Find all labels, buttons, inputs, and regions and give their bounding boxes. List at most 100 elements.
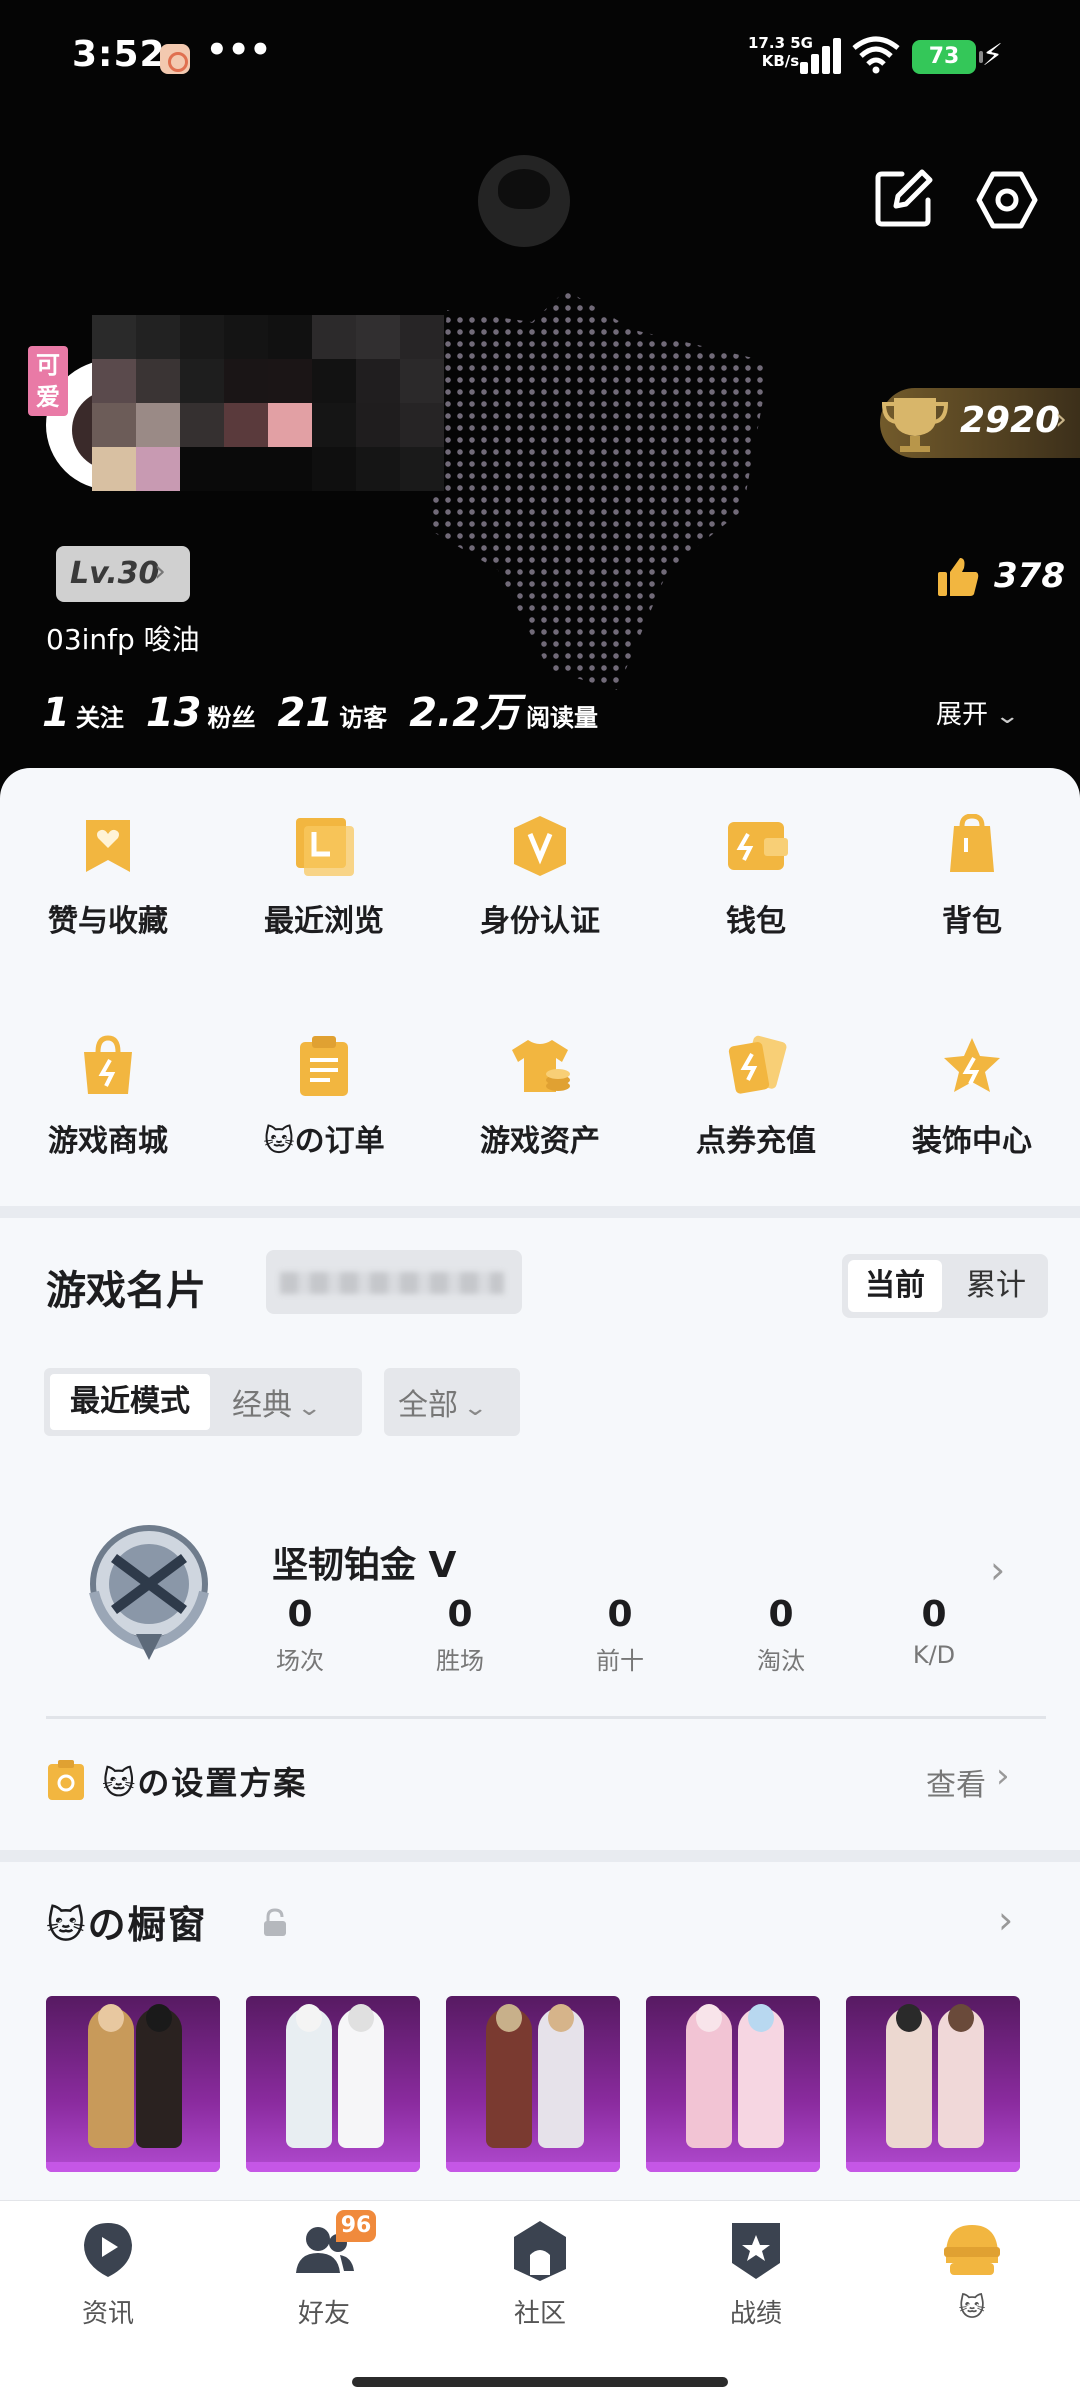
chevron-right-icon[interactable]: › [998,1898,1013,1942]
view-link[interactable]: 查看 [926,1760,986,1804]
divider [46,1716,1046,1719]
settings-icon[interactable] [975,168,1039,232]
tshirt-coin-icon [512,1040,570,1092]
visitors-label[interactable]: 访客 [339,698,387,733]
cat-face-icon: 🐱 [263,1124,295,1159]
outfit-card[interactable] [846,1996,1020,2172]
reads-label[interactable]: 阅读量 [526,698,598,733]
menu-likes-favorites[interactable]: 赞与收藏 [0,814,216,954]
menu-game-assets[interactable]: 游戏资产 [432,1034,648,1174]
chevron-down-icon: ⌄ [296,1396,323,1421]
profile-header: 3:52 ••• 17.3 5G KB/s 73 ⚡ 可爱 2920 › Lv.… [0,0,1080,800]
reads-count[interactable]: 2.2万 [409,680,520,738]
quick-menu: 赞与收藏 最近浏览 身份认证 钱包 背包 游戏商城 🐱の订单 游戏资产 点券充值… [0,788,1080,1208]
platinum-rank-emblem-icon [89,1525,209,1660]
wifi-icon [852,36,900,74]
rank-title[interactable]: 坚韧铂金 V [272,1536,456,1588]
recent-mode-tab[interactable]: 最近模式 [50,1374,210,1430]
likes-count[interactable]: 378 [936,548,1066,604]
blurred-game-id [266,1250,522,1314]
menu-orders[interactable]: 🐱の订单 [216,1034,432,1174]
classic-mode-dropdown[interactable]: 经典 ⌄ [232,1380,322,1424]
stat-top-ten: 0 前十 [596,1594,644,1675]
star-icon [944,1038,1000,1092]
profile-stats: 1 关注 13 粉丝 21 访客 2.2万 阅读量 [42,680,620,736]
cat-face-icon: 🐱 [102,1764,138,1802]
visitors-count[interactable]: 21 [278,690,334,736]
stat-wins: 0 胜场 [436,1594,484,1675]
game-card-title: 游戏名片 [46,1268,206,1314]
stat-eliminations: 0 淘汰 [757,1594,805,1675]
cat-face-icon: 🐱 [46,1903,88,1947]
outfit-card[interactable] [46,1996,220,2172]
menu-wallet[interactable]: 钱包 [648,814,864,954]
nav-profile[interactable]: 🐱 [864,2219,1080,2339]
followers-label[interactable]: 粉丝 [208,698,256,733]
record-shield-icon [732,2223,780,2279]
chevron-right-icon: › [996,1756,1010,1796]
filter-all-dropdown[interactable]: 全部 ⌄ [384,1368,520,1436]
outfit-card[interactable] [446,1996,620,2172]
trophy-score-badge[interactable]: 2920 › [880,388,1080,458]
trophy-icon [881,398,949,452]
nav-records[interactable]: 战绩 [648,2219,864,2339]
menu-recent-views[interactable]: 最近浏览 [216,814,432,954]
level-badge[interactable]: Lv.30 › [56,546,190,602]
chevron-down-icon: ⌄ [462,1396,489,1421]
thumbs-up-icon [938,558,979,596]
news-play-icon [84,2223,132,2277]
status-bar: 3:52 ••• 17.3 5G KB/s 73 ⚡ [0,0,1080,120]
showcase-title: 🐱の橱窗 [46,1903,208,1947]
outfit-card[interactable] [246,1996,420,2172]
history-icon [296,818,354,876]
profile-bio: 03infp 唆油 [46,623,200,656]
edit-profile-icon[interactable] [872,168,934,230]
chevron-down-icon: ⌄ [994,704,1021,729]
section-divider [0,1850,1080,1862]
blurred-nickname [92,315,444,491]
friends-badge: 96 [336,2210,376,2242]
header-mini-avatar [478,155,570,247]
profile-content: 赞与收藏 最近浏览 身份认证 钱包 背包 游戏商城 🐱の订单 游戏资产 点券充值… [0,768,1080,2208]
home-indicator[interactable] [352,2377,728,2387]
cat-face-icon: 🐱 [958,2293,986,2323]
heart-bookmark-icon [86,820,130,872]
nav-friends[interactable]: 好友 [216,2219,432,2339]
menu-game-store[interactable]: 游戏商城 [0,1034,216,1174]
nav-community[interactable]: 社区 [432,2219,648,2339]
menu-backpack[interactable]: 背包 [864,814,1080,954]
battery-icon: 73 [912,40,983,74]
backpack-icon [950,814,994,872]
cute-tag: 可爱 [28,346,68,416]
stat-kd: 0 K/D [912,1594,956,1669]
nav-news[interactable]: 资讯 [0,2219,216,2339]
clipboard-icon [300,1036,348,1096]
verified-badge-icon [514,816,566,876]
outfit-card[interactable] [646,1996,820,2172]
following-count[interactable]: 1 [42,690,70,736]
bottom-navigation: 资讯 好友 96 社区 战绩 🐱 [0,2200,1080,2400]
tab-cumulative[interactable]: 累计 [950,1260,1042,1312]
lock-icon [264,1908,286,1936]
outfit-showcase [46,1996,1046,2172]
menu-coupon-recharge[interactable]: 点券充值 [648,1034,864,1174]
chevron-right-icon[interactable]: › [990,1548,1005,1592]
tab-current[interactable]: 当前 [848,1260,942,1312]
wallet-icon [728,822,788,870]
followers-count[interactable]: 13 [146,690,202,736]
community-icon [514,2221,566,2281]
coupon-card-icon [728,1035,787,1094]
settings-plan-row[interactable]: 🐱の设置方案 查看 › [46,1748,1046,1818]
shopping-bag-icon [84,1035,132,1094]
charging-icon: ⚡ [982,38,1004,73]
menu-identity-verification[interactable]: 身份认证 [432,814,648,954]
expand-button[interactable]: 展开 ⌄ [936,694,1020,731]
menu-decoration-center[interactable]: 装饰中心 [864,1034,1080,1174]
rank-stats: 0 场次 0 胜场 0 前十 0 淘汰 0 K/D [240,1594,955,1684]
settings-clipboard-icon [48,1760,84,1800]
background-pixel-art [430,290,770,690]
stat-matches: 0 场次 [276,1594,324,1675]
status-time: 3:52 [72,34,166,75]
following-label[interactable]: 关注 [76,698,124,733]
more-notifications-icon: ••• [206,30,272,70]
